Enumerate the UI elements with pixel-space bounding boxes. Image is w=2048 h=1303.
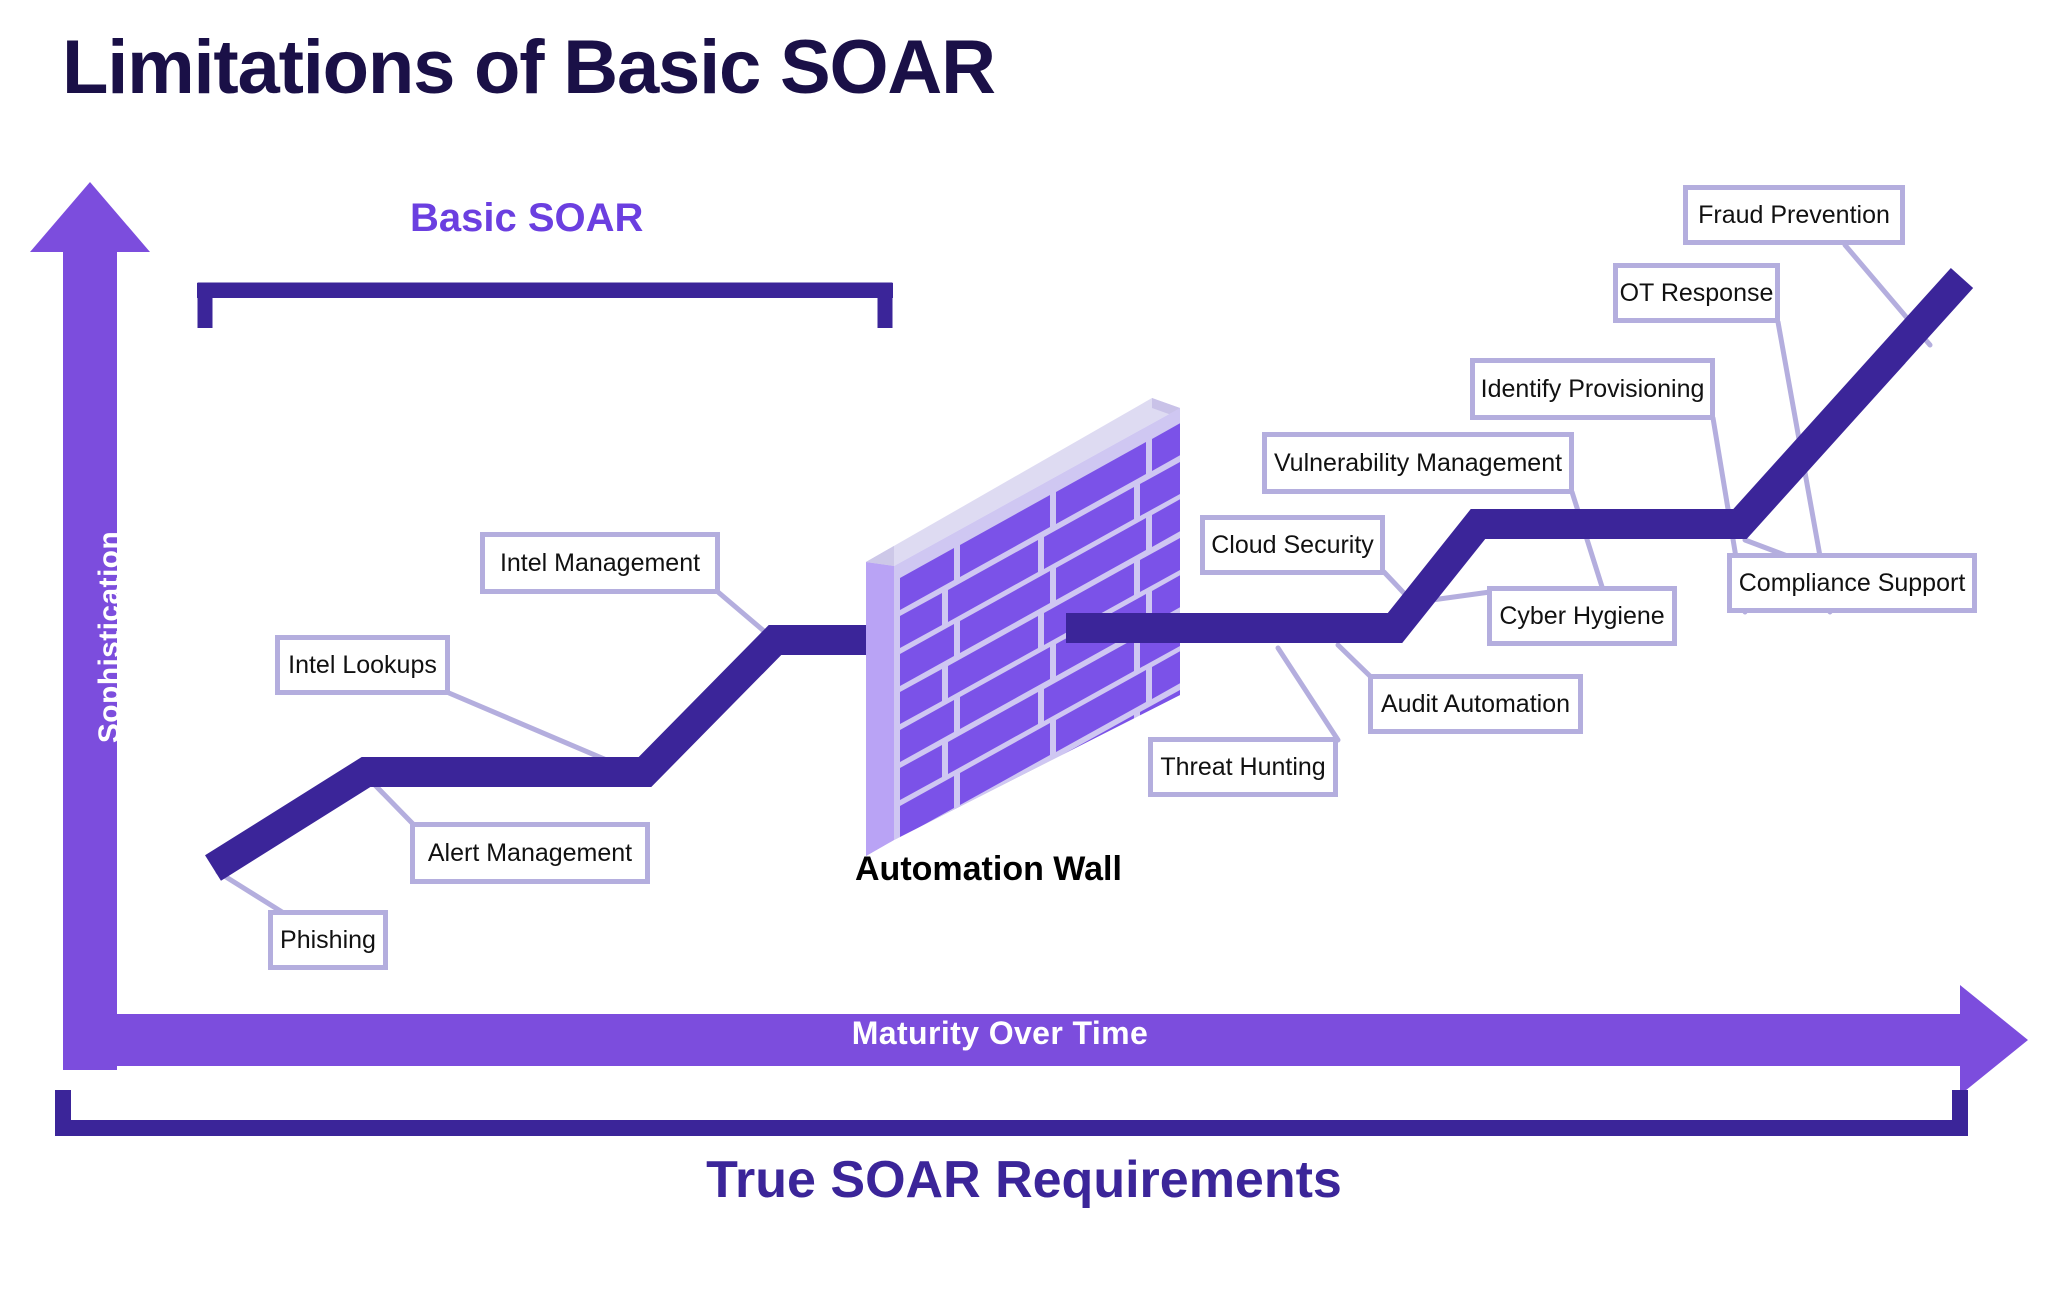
callout-intel-management: Intel Management	[480, 532, 720, 594]
callout-identify-provisioning: Identify Provisioning	[1470, 358, 1715, 420]
callout-audit-automation: Audit Automation	[1368, 674, 1583, 734]
callout-phishing: Phishing	[268, 910, 388, 970]
callout-cloud-security: Cloud Security	[1200, 515, 1385, 575]
callout-compliance-support: Compliance Support	[1727, 553, 1977, 613]
x-axis-label: Maturity Over Time	[851, 1015, 1149, 1051]
callout-fraud-prevention: Fraud Prevention	[1683, 185, 1905, 245]
automation-wall-caption: Automation Wall	[855, 850, 1122, 888]
basic-soar-caption: Basic SOAR	[410, 196, 644, 240]
callout-threat-hunting: Threat Hunting	[1148, 737, 1338, 797]
callout-alert-management: Alert Management	[410, 822, 650, 884]
diagram-canvas: Limitations of Basic SOAR Sophistication…	[0, 0, 2048, 1303]
y-axis-label: Sophistication	[93, 530, 126, 744]
true-soar-caption: True SOAR Requirements	[706, 1151, 1342, 1209]
callout-vulnerability-management: Vulnerability Management	[1262, 432, 1574, 494]
callout-intel-lookups: Intel Lookups	[275, 635, 450, 695]
callout-ot-response: OT Response	[1613, 263, 1780, 323]
callout-cyber-hygiene: Cyber Hygiene	[1487, 586, 1677, 646]
